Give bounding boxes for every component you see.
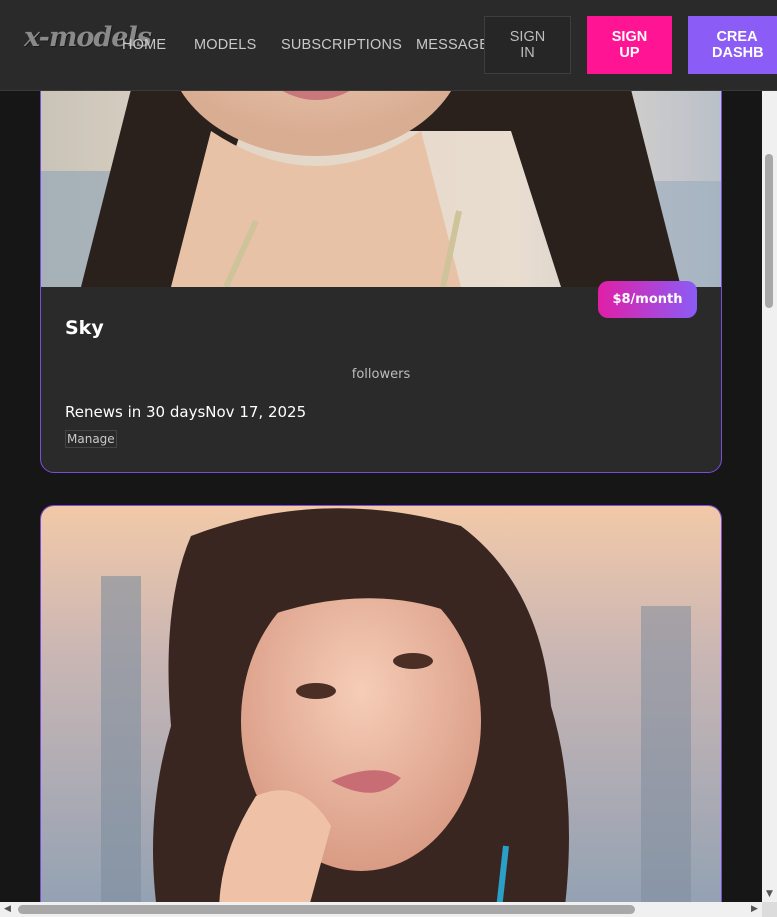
renewal-text: Renews in 30 days xyxy=(65,403,206,421)
model-name: Sky xyxy=(65,317,104,339)
renewal-info: Renews in 30 daysNov 17, 2025 xyxy=(65,403,306,421)
renewal-date: Nov 17, 2025 xyxy=(205,403,307,421)
horizontal-scroll-thumb[interactable] xyxy=(18,905,635,914)
horizontal-scrollbar[interactable]: ◀ ▶ xyxy=(0,902,777,917)
scroll-down-arrow-icon[interactable]: ▼ xyxy=(762,887,777,902)
vertical-scrollbar[interactable]: ▲ ▼ xyxy=(762,0,777,902)
scrollbar-corner xyxy=(762,902,777,917)
model-photo[interactable] xyxy=(41,506,721,902)
nav-subscriptions[interactable]: SUBSCRIPTIONS xyxy=(281,37,402,53)
scroll-right-arrow-icon[interactable]: ▶ xyxy=(747,902,762,917)
top-navbar: x-models HOME MODELS SUBSCRIPTIONS MESSA… xyxy=(0,0,777,91)
create-dashboard-label: CREA DASHB xyxy=(712,29,764,61)
nav-home[interactable]: HOME xyxy=(122,37,166,53)
manage-button[interactable]: Manage xyxy=(65,430,117,448)
scroll-left-arrow-icon[interactable]: ◀ xyxy=(0,902,15,917)
price-badge: $8/month xyxy=(598,281,697,318)
nav-models[interactable]: MODELS xyxy=(194,37,256,53)
page-viewport: Sky $8/month followers Renews in 30 days… xyxy=(0,0,762,902)
sign-up-label: SIGN UP xyxy=(611,29,648,61)
followers-count: followers xyxy=(351,367,411,382)
sign-in-button[interactable]: SIGN IN xyxy=(484,16,571,74)
subscription-card xyxy=(40,505,722,902)
sign-in-label: SIGN IN xyxy=(509,29,546,61)
sign-up-button[interactable]: SIGN UP xyxy=(587,16,672,74)
create-dashboard-button[interactable]: CREA DASHB xyxy=(688,16,777,74)
vertical-scroll-thumb[interactable] xyxy=(765,154,773,308)
